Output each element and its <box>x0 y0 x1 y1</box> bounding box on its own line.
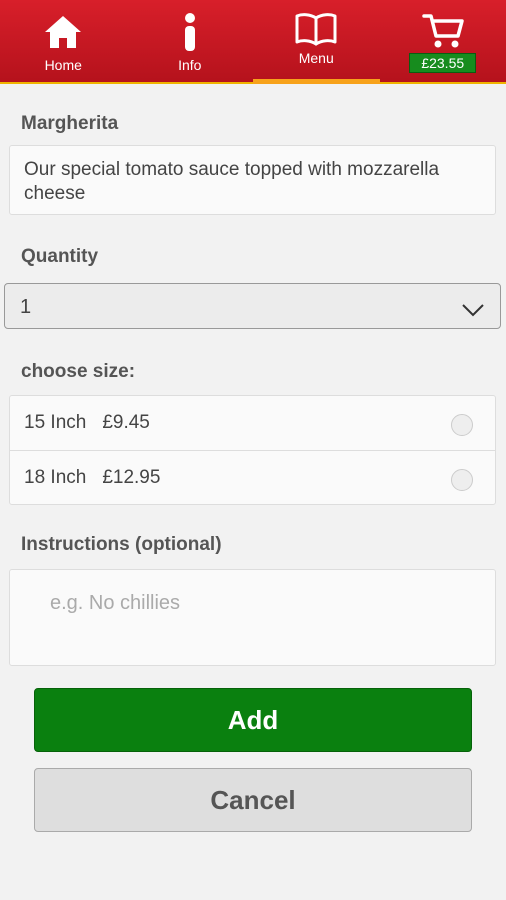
size-option-price: £9.45 <box>102 412 150 433</box>
size-option-18-inch[interactable]: 18 Inch £12.95 <box>10 450 495 505</box>
size-option-name: 18 Inch <box>24 467 87 488</box>
product-title: Margherita <box>21 113 119 134</box>
nav-home[interactable]: Home <box>0 0 127 82</box>
nav-cart[interactable]: £23.55 <box>380 0 506 82</box>
product-description: Our special tomato sauce topped with moz… <box>9 145 496 215</box>
quantity-select[interactable]: 1 <box>4 283 501 329</box>
nav-info[interactable]: Info <box>127 0 254 82</box>
book-icon <box>295 10 337 48</box>
add-button[interactable]: Add <box>34 688 472 752</box>
quantity-label: Quantity <box>21 246 99 267</box>
nav-info-label: Info <box>178 57 202 73</box>
instructions-label: Instructions (optional) <box>21 534 222 555</box>
size-option-name: 15 Inch <box>24 412 87 433</box>
instructions-placeholder: e.g. No chillies <box>50 592 181 614</box>
chevron-down-icon <box>462 300 484 323</box>
size-label: choose size: <box>21 361 136 382</box>
cancel-button[interactable]: Cancel <box>34 768 472 832</box>
size-options: 15 Inch £9.45 18 Inch £12.95 <box>9 395 496 505</box>
instructions-input[interactable]: e.g. No chillies <box>9 569 496 666</box>
info-icon <box>182 13 198 51</box>
size-radio-18-inch[interactable] <box>451 469 473 491</box>
nav-menu-label: Menu <box>298 50 334 66</box>
cart-total-badge: £23.55 <box>409 53 477 73</box>
top-nav-bar: Home Info Menu £23.55 <box>0 0 506 84</box>
nav-menu[interactable]: Menu <box>253 0 380 84</box>
home-icon <box>43 13 83 51</box>
size-option-price: £12.95 <box>102 467 161 488</box>
quantity-value: 1 <box>20 296 32 318</box>
cart-icon <box>422 12 464 50</box>
size-radio-15-inch[interactable] <box>451 414 473 436</box>
nav-home-label: Home <box>44 57 82 73</box>
size-option-15-inch[interactable]: 15 Inch £9.45 <box>10 396 495 450</box>
